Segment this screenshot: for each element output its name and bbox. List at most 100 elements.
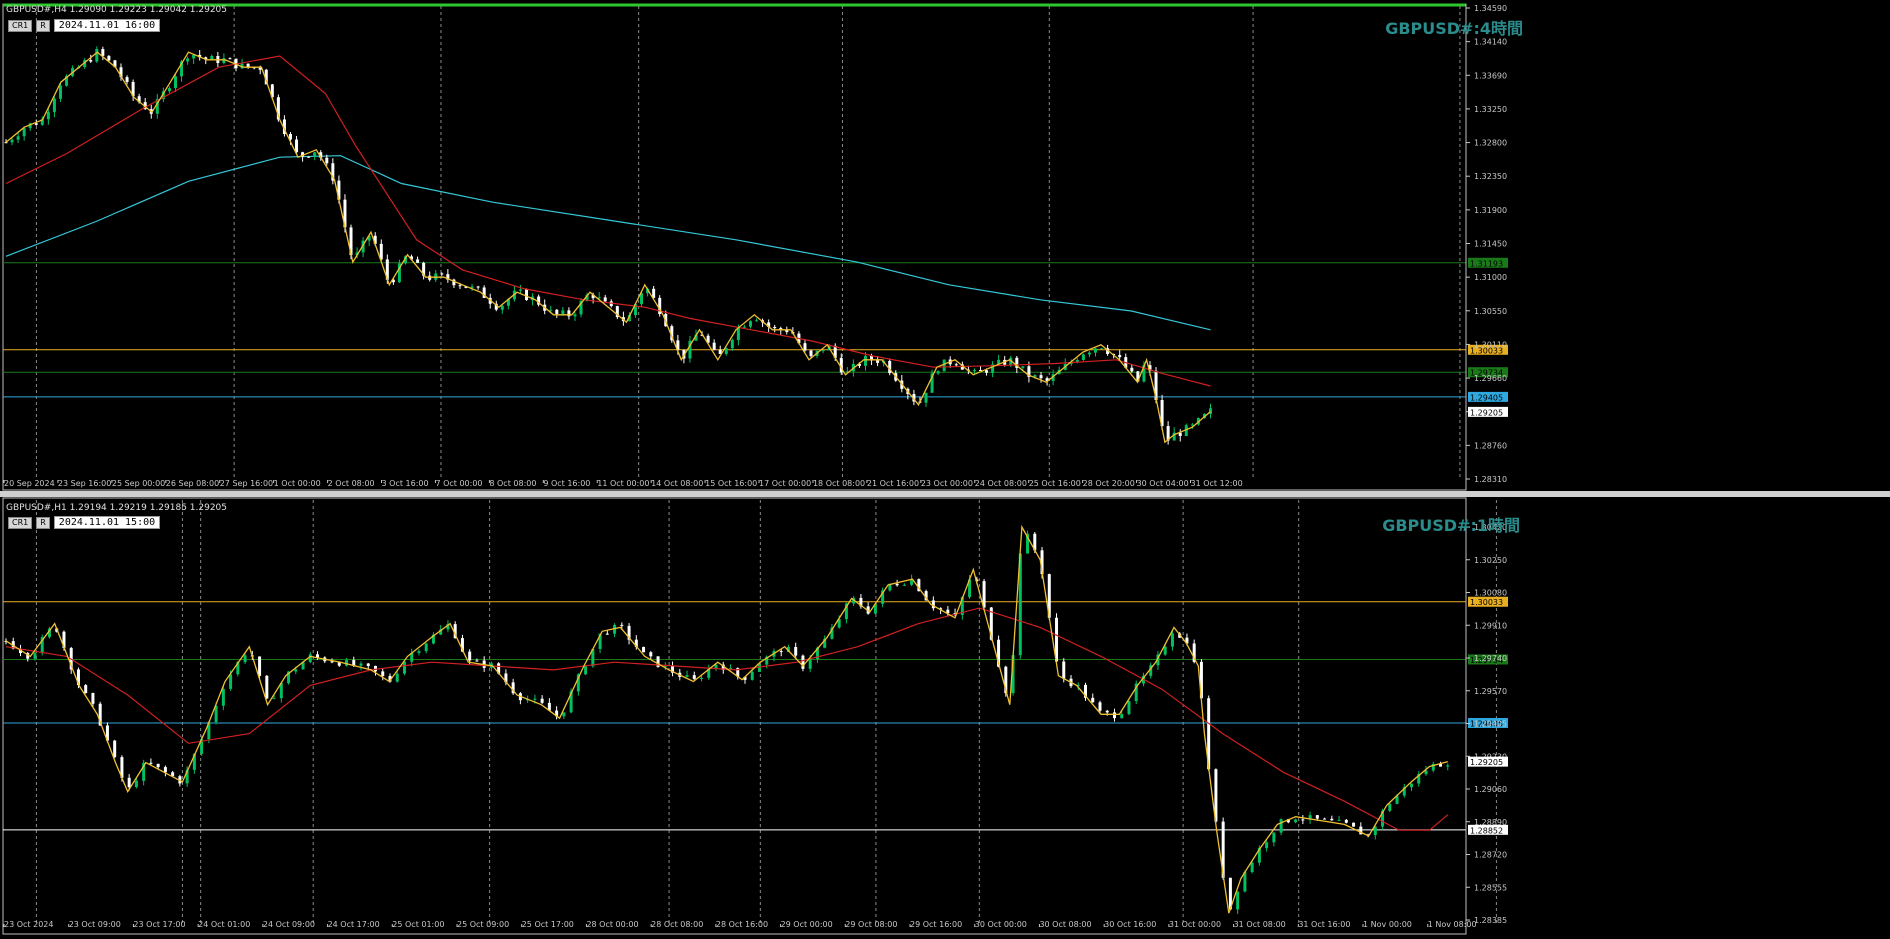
candle-body (1352, 822, 1356, 827)
price-tick-label: 1.29660 (1474, 374, 1507, 383)
candle-body (533, 698, 537, 700)
time-tick-label: 24 Oct 08:00 (975, 479, 1027, 488)
time-tick-label: 24 Oct 01:00 (198, 920, 250, 929)
zigzag-line (5, 524, 1448, 914)
candle-body (972, 370, 976, 372)
price-tick-label: 1.30250 (1474, 556, 1507, 565)
candle-body (325, 157, 329, 164)
h1-r-button[interactable]: R (36, 516, 50, 529)
time-tick-label: 30 Oct 16:00 (1104, 920, 1156, 929)
candle-body (359, 663, 363, 666)
price-tick-label: 1.29570 (1474, 687, 1507, 696)
time-tick-label: 2 Oct 08:00 (328, 479, 375, 488)
price-tick-label: 1.32800 (1474, 139, 1507, 148)
time-tick-label: 23 Oct 2024 (4, 920, 53, 929)
time-tick-label: 25 Oct 17:00 (522, 920, 574, 929)
candle-body (924, 392, 928, 403)
candle-body (395, 673, 399, 682)
h4-symbol-line: GBPUSD#,H4 1.29090 1.29223 1.29042 1.292… (6, 4, 228, 15)
candle-body (258, 656, 262, 676)
candle-body (1163, 646, 1167, 655)
candle-body (34, 123, 38, 125)
price-tick-label: 1.28720 (1474, 851, 1507, 860)
candle-body (468, 651, 472, 661)
candle-body (46, 111, 50, 120)
candle-body (101, 49, 105, 56)
plot-frame (2, 3, 1467, 491)
candle-body (1093, 348, 1097, 353)
candle-body (724, 348, 728, 354)
h4-cr-button[interactable]: CR1 (8, 19, 33, 32)
time-tick-label: 28 Oct 08:00 (651, 920, 703, 929)
candle-body (821, 350, 825, 352)
h1-time-box[interactable]: 2024.11.01 15:00 (53, 516, 161, 529)
candle-body (742, 326, 746, 328)
price-tick-label: 1.28310 (1474, 475, 1507, 484)
time-tick-label: 24 Oct 09:00 (263, 920, 315, 929)
candle-body (22, 128, 26, 137)
price-tick-label: 1.30110 (1474, 340, 1507, 349)
time-tick-label: 18 Oct 08:00 (813, 479, 865, 488)
candle-body (1100, 348, 1104, 350)
candle-body (692, 675, 696, 679)
price-tick-label: 1.29910 (1474, 621, 1507, 630)
price-tick-label: 1.28760 (1474, 441, 1507, 450)
candle-body (1301, 819, 1305, 821)
price-tick-label: 1.29740 (1474, 654, 1507, 663)
time-tick-label: 25 Sep 00:00 (112, 479, 165, 488)
candle-body (295, 139, 299, 153)
h4-time-box[interactable]: 2024.11.01 16:00 (53, 19, 161, 32)
h1-toolbar: CR1 R 2024.11.01 15:00 (8, 516, 161, 529)
candle-body (549, 309, 553, 311)
candle-body (307, 156, 311, 158)
candle-body (330, 661, 334, 663)
candle-body (1250, 862, 1254, 873)
candle-body (755, 320, 759, 322)
h4-chart-title: GBPUSD#:4時間 (1385, 19, 1523, 38)
candle-body (95, 49, 99, 62)
candle-body (458, 285, 462, 287)
candle-body (1021, 366, 1025, 368)
candle-body (561, 310, 565, 314)
candle-body (750, 671, 754, 680)
candle-body (540, 698, 544, 703)
candle-body (794, 646, 798, 656)
candle-body (156, 763, 160, 768)
price-tick-label: 1.28890 (1474, 818, 1507, 827)
candle-body (1105, 710, 1109, 713)
candle-body (476, 286, 480, 288)
h4-r-button[interactable]: R (36, 19, 50, 32)
candle-body (1170, 633, 1174, 647)
time-tick-label: 3 Oct 16:00 (382, 479, 429, 488)
candle-body (605, 633, 609, 635)
time-tick-label: 23 Sep 16:00 (58, 479, 111, 488)
h1-price-panel: 1.300331.297341.294051.288521.304201.302… (2, 497, 1508, 935)
candle-body (1098, 702, 1102, 711)
candle-body (366, 663, 370, 666)
candle-body (229, 674, 233, 689)
price-tick-label: 1.29405 (1474, 720, 1507, 729)
candle-body (748, 321, 752, 327)
time-tick-label: 24 Oct 17:00 (328, 920, 380, 929)
candle-body (4, 142, 8, 144)
candle-body (125, 77, 129, 82)
time-tick-label: 31 Oct 00:00 (1169, 920, 1221, 929)
candle-body (730, 339, 734, 349)
candle-body (1279, 819, 1283, 833)
candle-body (1039, 375, 1043, 379)
candle-body (773, 326, 777, 329)
candle-body (500, 305, 504, 310)
last-price-label: 1.29205 (1470, 758, 1503, 767)
candle-body (863, 355, 867, 366)
h1-cr-button[interactable]: CR1 (8, 516, 33, 529)
candle-body (417, 651, 421, 653)
candle-body (584, 666, 588, 675)
candle-body (1344, 819, 1348, 823)
time-tick-label: 9 Oct 16:00 (543, 479, 590, 488)
candle-body (1130, 367, 1134, 372)
last-price-label: 1.29205 (1470, 408, 1503, 417)
price-tick-label: 1.32350 (1474, 172, 1507, 181)
time-tick-label: 1 Nov 08:00 (1428, 920, 1477, 929)
candle-body (649, 652, 653, 657)
candle-body (1091, 697, 1095, 703)
